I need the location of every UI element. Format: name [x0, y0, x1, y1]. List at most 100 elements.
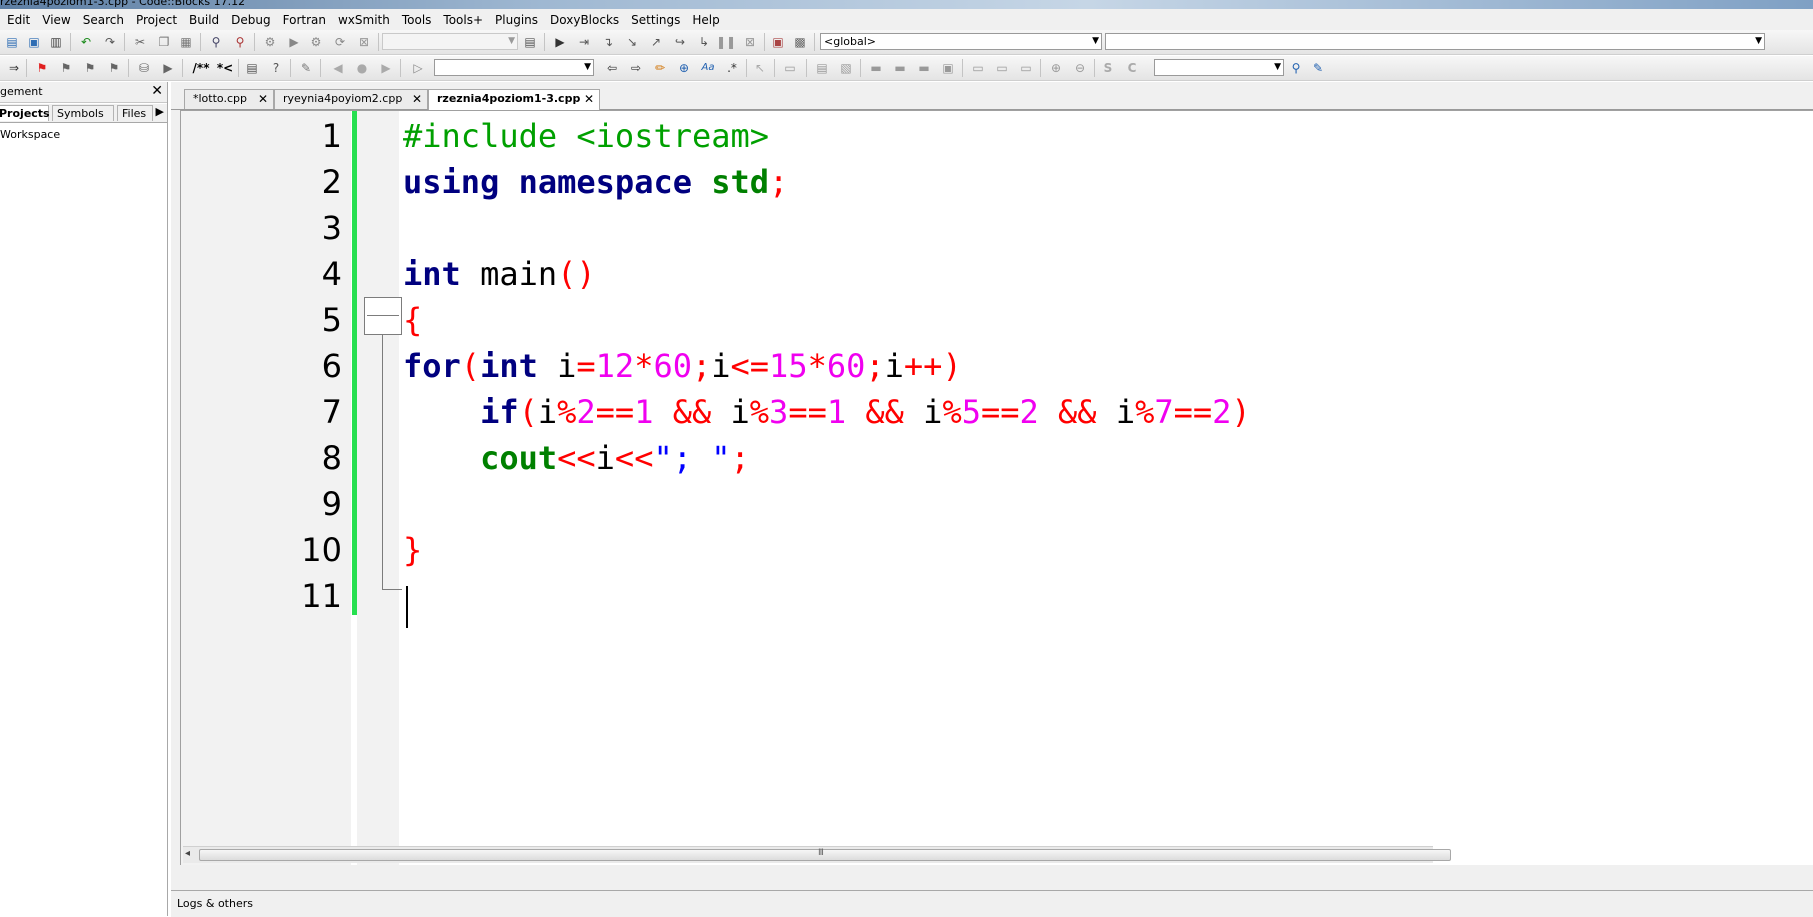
paste-icon[interactable]: ▦	[178, 34, 194, 50]
doxy-extract-icon[interactable]: ▶	[160, 60, 176, 76]
search-select[interactable]: ▼	[434, 59, 594, 76]
doxy-comment-button[interactable]: /**	[190, 60, 212, 76]
code-line[interactable]: cout<<i<<"; ";	[403, 435, 750, 481]
chevron-right-icon[interactable]: ▶	[156, 105, 164, 118]
code-editor[interactable]: 1 2 3 4 5 6 7 8 9 10 11 #include <iostre…	[180, 110, 1813, 865]
layout-4-icon[interactable]: ▣	[940, 60, 956, 76]
tree-item-workspace[interactable]: Workspace	[0, 128, 60, 141]
play-icon[interactable]: ▶	[286, 34, 302, 50]
pause-icon[interactable]: ❚❚	[716, 34, 736, 50]
record-icon[interactable]: ●	[354, 60, 370, 76]
code-line[interactable]: for(int i=12*60;i<=15*60;i++)	[403, 343, 962, 389]
doxy-line-comment-button[interactable]: *<	[216, 60, 234, 76]
build-run-icon[interactable]: ⚙	[308, 34, 324, 50]
layout-3-icon[interactable]: ▬	[916, 60, 932, 76]
highlight-icon[interactable]: ✏	[652, 60, 668, 76]
clear-bookmarks-icon[interactable]: ⚑	[106, 60, 122, 76]
editor-tab[interactable]: *lotto.cpp ✕	[184, 89, 274, 109]
search-icon[interactable]: ⚲	[1288, 60, 1304, 76]
c-icon[interactable]: C	[1124, 60, 1140, 76]
code-line[interactable]: {	[403, 297, 422, 343]
zoom-out-icon[interactable]: ⊖	[1072, 60, 1088, 76]
dialog-icon[interactable]: ▧	[838, 60, 854, 76]
debug-info-icon[interactable]: ▩	[792, 34, 808, 50]
layout-1-icon[interactable]: ▬	[868, 60, 884, 76]
editor-tab-active[interactable]: rzeznia4poziom1-3.cpp ✕	[428, 89, 600, 110]
scroll-left-icon[interactable]: ◂	[185, 848, 190, 859]
menu-project[interactable]: Project	[130, 13, 183, 27]
build-target-select[interactable]: ▼	[382, 33, 518, 50]
step-into-icon[interactable]: ↘	[624, 34, 640, 50]
fold-toggle[interactable]	[364, 297, 402, 335]
doxy-help-icon[interactable]: ?	[268, 60, 284, 76]
next-icon[interactable]: ▶	[378, 60, 394, 76]
menu-plugins[interactable]: Plugins	[489, 13, 544, 27]
menu-fortran[interactable]: Fortran	[277, 13, 332, 27]
copy-icon[interactable]: ❐	[156, 34, 172, 50]
code-line[interactable]: #include <iostream>	[403, 113, 769, 159]
menu-build[interactable]: Build	[183, 13, 225, 27]
close-icon[interactable]: ✕	[258, 90, 268, 108]
settings-wrench-icon[interactable]: ✎	[1310, 60, 1326, 76]
open-icon[interactable]: ▣	[26, 34, 42, 50]
tag-icon[interactable]: ▷	[410, 60, 426, 76]
next-instruction-icon[interactable]: ↪	[672, 34, 688, 50]
code-line[interactable]: int main()	[403, 251, 596, 297]
close-icon[interactable]: ✕	[412, 90, 422, 108]
find-icon[interactable]: ⚲	[208, 34, 224, 50]
tab-symbols[interactable]: Symbols	[52, 105, 114, 121]
code-line[interactable]: using namespace std;	[403, 159, 788, 205]
doxy-html-icon[interactable]: ▤	[244, 60, 260, 76]
gear-icon[interactable]: ⚙	[262, 34, 278, 50]
widget-2-icon[interactable]: ▭	[994, 60, 1010, 76]
scope-select[interactable]: <global> ▼	[820, 33, 1102, 50]
compiler-select[interactable]: ▼	[1154, 59, 1284, 76]
cut-icon[interactable]: ✂	[132, 34, 148, 50]
close-icon[interactable]: ✕	[151, 83, 163, 99]
widget-3-icon[interactable]: ▭	[1018, 60, 1034, 76]
save-all-icon[interactable]: ▥	[48, 34, 64, 50]
tab-files[interactable]: Files	[117, 105, 153, 121]
s-icon[interactable]: S	[1100, 60, 1116, 76]
forward-arrow-icon[interactable]: ⇨	[628, 60, 644, 76]
code-text-area[interactable]: #include <iostream> using namespace std;…	[403, 111, 1813, 833]
menu-settings[interactable]: Settings	[625, 13, 686, 27]
close-icon[interactable]: ✕	[584, 90, 594, 108]
menu-debug[interactable]: Debug	[225, 13, 276, 27]
horizontal-scrollbar[interactable]: ◂ III	[183, 846, 1451, 863]
debug-run-icon[interactable]: ▶	[552, 34, 568, 50]
step-out-icon[interactable]: ↗	[648, 34, 664, 50]
wrench-icon[interactable]: ✎	[298, 60, 314, 76]
doxy-wizard-icon[interactable]: ⛁	[136, 60, 152, 76]
menu-tools[interactable]: Tools	[396, 13, 438, 27]
bookmark-flag-icon[interactable]: ⚑	[34, 60, 50, 76]
stop-debug-icon[interactable]: ⊠	[742, 34, 758, 50]
frame-icon[interactable]: ▭	[782, 60, 798, 76]
zoom-in-icon[interactable]: ⊕	[1048, 60, 1064, 76]
menu-edit[interactable]: Edit	[0, 13, 36, 27]
select-icon[interactable]: ⊕	[676, 60, 692, 76]
code-line[interactable]: }	[403, 527, 422, 573]
undo-icon[interactable]: ↶	[78, 34, 94, 50]
logs-panel-title[interactable]: Logs & others	[177, 897, 253, 910]
next-line-icon[interactable]: ↴	[600, 34, 616, 50]
next-bookmark-icon[interactable]: ⚑	[82, 60, 98, 76]
layout-2-icon[interactable]: ▬	[892, 60, 908, 76]
new-file-icon[interactable]: ▤	[4, 34, 20, 50]
replace-icon[interactable]: ⚲	[232, 34, 248, 50]
debug-windows-icon[interactable]: ▣	[770, 34, 786, 50]
menu-help[interactable]: Help	[686, 13, 725, 27]
cursor-icon[interactable]: ↖	[752, 60, 768, 76]
regex-icon[interactable]: .*	[724, 60, 740, 76]
menu-search[interactable]: Search	[77, 13, 130, 27]
panel-icon[interactable]: ▤	[814, 60, 830, 76]
back-arrow-icon[interactable]: ⇦	[604, 60, 620, 76]
editor-tab[interactable]: ryeynia4poyiom2.cpp ✕	[274, 89, 428, 109]
menu-view[interactable]: View	[36, 13, 76, 27]
menu-tools-plus[interactable]: Tools+	[437, 13, 489, 27]
run-to-cursor-icon[interactable]: ⇥	[576, 34, 592, 50]
prev-icon[interactable]: ◀	[330, 60, 346, 76]
menu-doxyblocks[interactable]: DoxyBlocks	[544, 13, 625, 27]
tab-projects[interactable]: Projects	[0, 105, 50, 121]
step-instruction-icon[interactable]: ↳	[696, 34, 712, 50]
